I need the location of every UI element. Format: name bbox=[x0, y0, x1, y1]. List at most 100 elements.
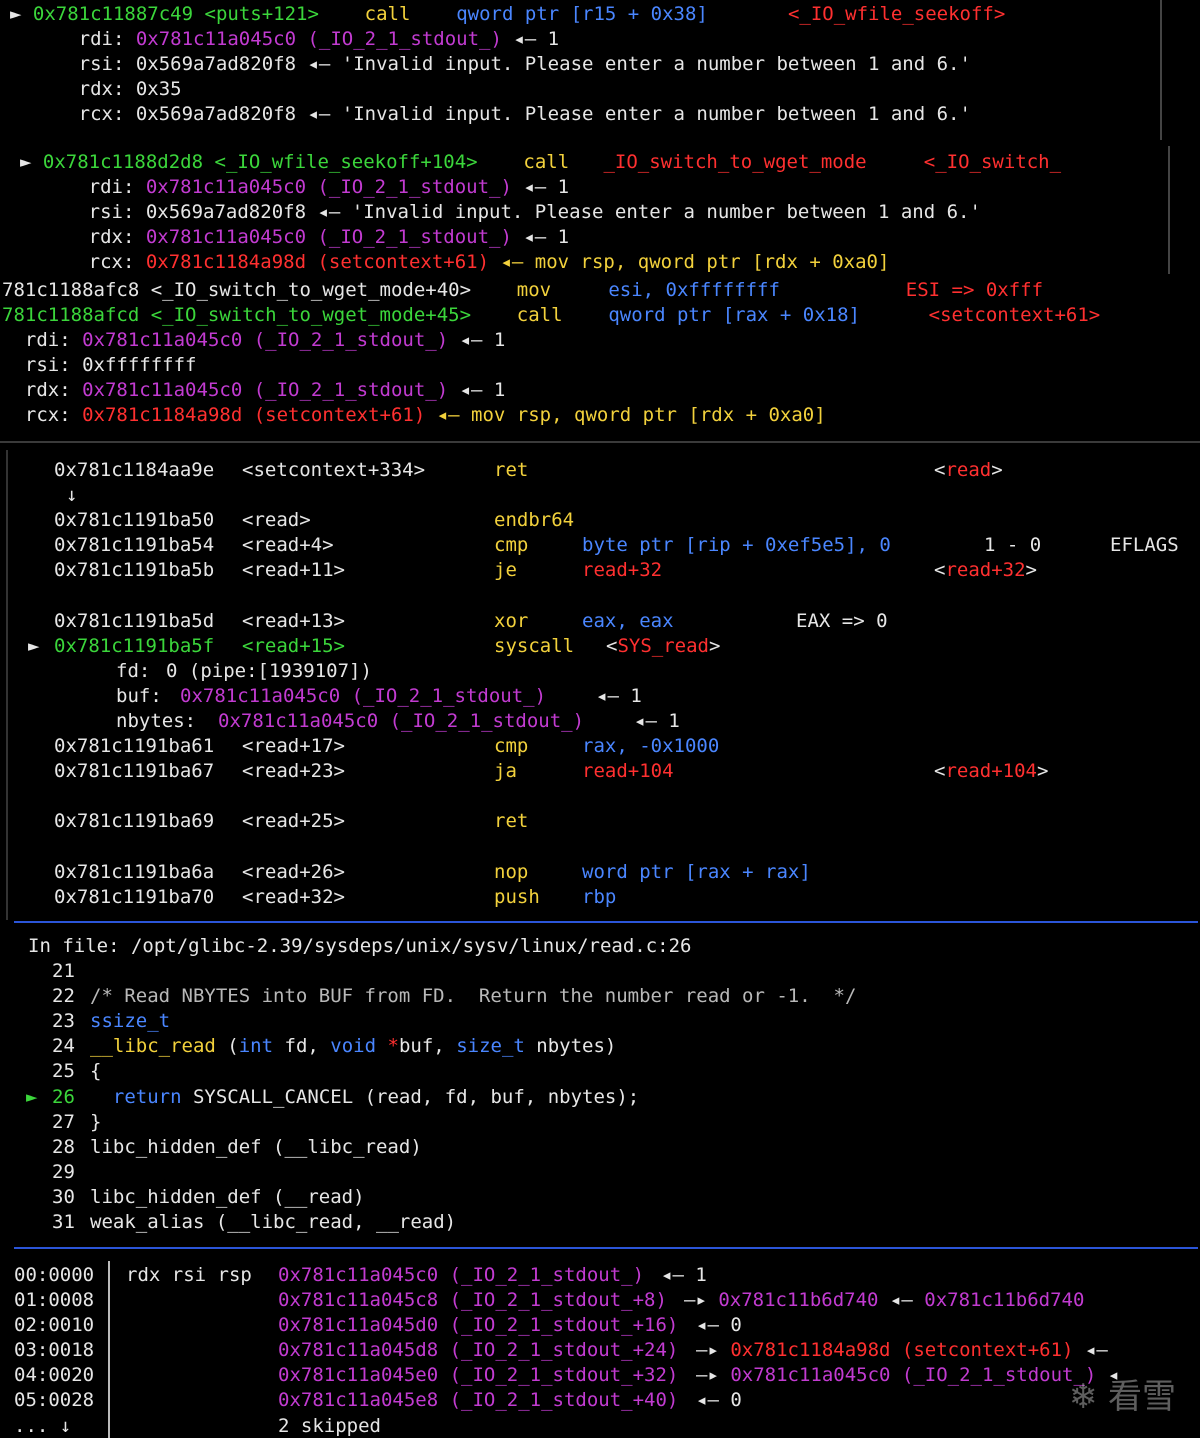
instr-operand: rax, -0x1000 bbox=[582, 735, 720, 758]
instr-mnemonic: cmp bbox=[494, 534, 529, 557]
stack-index: 05:0028 bbox=[14, 1389, 95, 1412]
reg-tail: ◂— mov rsp, qword ptr [rdx + 0xa0] bbox=[500, 251, 890, 274]
source-line: 25 { bbox=[0, 1059, 1200, 1084]
instr-symbol: <read+32> bbox=[242, 885, 345, 908]
addr: 0x781c1188d2d8 bbox=[42, 151, 204, 173]
symbol: <_IO_switch_to_wget_mode+45> bbox=[150, 304, 472, 327]
line-number: 22 bbox=[52, 985, 75, 1008]
reg-name: rdi: bbox=[88, 176, 135, 199]
instr-symbol: <setcontext+334> bbox=[242, 459, 426, 481]
instr-operand: word ptr [rax + rax] bbox=[582, 860, 811, 883]
instr-symbol: <read+13> bbox=[242, 609, 345, 632]
window3-line-5: rcx: 0x781c1184a98d (setcontext+61) ◂— m… bbox=[2, 403, 1100, 428]
jump-target-symbol: read+32 bbox=[945, 559, 1026, 582]
instr-operand: <SYS_read> bbox=[606, 634, 721, 657]
instr-operand: byte ptr [rip + 0xef5e5], 0 bbox=[582, 534, 891, 557]
stack-row: ... ↓ 2 skipped bbox=[0, 1414, 1200, 1438]
instr-symbol: <read+15> bbox=[242, 634, 345, 657]
instr-mnemonic: ja bbox=[494, 760, 517, 783]
disasm-row bbox=[8, 784, 1198, 809]
reg-value: 0xffffffff bbox=[82, 354, 197, 377]
line-number: 24 bbox=[52, 1035, 75, 1058]
source-line: 23 ssize_t bbox=[0, 1009, 1200, 1034]
stack-index: 01:0008 bbox=[14, 1289, 95, 1312]
instr-mnemonic: ret bbox=[494, 459, 529, 481]
line-number: 27 bbox=[52, 1110, 75, 1133]
window2-line-0: ► 0x781c1188d2d8 <_IO_wfile_seekoff+104>… bbox=[20, 150, 1061, 175]
disasm-window-3: 781c1188afc8 <_IO_switch_to_wget_mode+40… bbox=[0, 276, 1200, 440]
syscall-arg-value: 0x781c11a045c0 (_IO_2_1_stdout_) bbox=[180, 684, 547, 707]
stack-index: 02:0010 bbox=[14, 1314, 95, 1337]
instr-operand: eax, eax bbox=[582, 609, 674, 632]
reg-note: ESI => 0xfff bbox=[905, 279, 1044, 301]
window-divider bbox=[0, 441, 1200, 443]
disasm-row: 0x781c1184aa9e <setcontext+334> ret <read> bbox=[8, 458, 1198, 483]
reg-value: 0x35 bbox=[135, 78, 182, 101]
instr-symbol: <read+23> bbox=[242, 760, 345, 783]
window1-line-4: rcx: 0x569a7ad820f8 ◂— 'Invalid input. P… bbox=[10, 102, 1005, 127]
mnemonic: call bbox=[523, 151, 570, 173]
syscall-arg-name: buf: bbox=[116, 684, 162, 707]
addr: 781c1188afcd bbox=[2, 304, 140, 327]
window1-line-0: ► 0x781c11887c49 <puts+121> call qword p… bbox=[10, 2, 1005, 27]
instr-address: 0x781c1191ba5d bbox=[54, 609, 215, 632]
operand: qword ptr [rax + 0x18] bbox=[608, 304, 860, 327]
reg-value: 0x569a7ad820f8 bbox=[135, 53, 297, 76]
stack-index: 04:0020 bbox=[14, 1364, 95, 1387]
reg-name: rdx: bbox=[88, 226, 135, 249]
disasm-row: 0x781c1191ba61 <read+17> cmp rax, -0x1000 bbox=[8, 734, 1198, 759]
instr-annotation: 1 - 0 bbox=[984, 534, 1042, 557]
mnemonic: mov bbox=[516, 279, 552, 301]
disasm-row: ► 0x781c1191ba5f <read+15> syscall <SYS_read… bbox=[8, 634, 1198, 659]
reg-name: rsi: bbox=[78, 53, 125, 76]
disasm-row: 0x781c1191ba50 <read> endbr64 bbox=[8, 508, 1198, 533]
reg-tail: ◂— 1 bbox=[523, 226, 570, 249]
window1-line-2: rsi: 0x569a7ad820f8 ◂— 'Invalid input. P… bbox=[10, 52, 1005, 77]
instr-address: 0x781c1191ba5f bbox=[54, 634, 215, 657]
reg-value: 0x781c1184a98d (setcontext+61) bbox=[145, 251, 490, 274]
instr-mnemonic: xor bbox=[494, 609, 529, 632]
source-line: 31 weak_alias (__libc_read, __read) bbox=[0, 1210, 1200, 1235]
instr-address: 0x781c1191ba5b bbox=[54, 559, 215, 582]
call-target: <_IO_wfile_seekoff> bbox=[787, 3, 1006, 25]
stack-row: 01:0008 0x781c11a045c8 (_IO_2_1_stdout_+8… bbox=[0, 1288, 1200, 1313]
instr-symbol: <read+11> bbox=[242, 559, 345, 582]
window1-line-1: rdi: 0x781c11a045c0 (_IO_2_1_stdout_) ◂—… bbox=[10, 27, 1005, 52]
reg-name: rdi: bbox=[78, 28, 125, 51]
instr-annotation: EAX => 0 bbox=[796, 609, 888, 632]
current-arrow-icon: ► bbox=[20, 151, 32, 173]
line-number: 30 bbox=[52, 1185, 75, 1208]
operand: esi, 0xffffffff bbox=[608, 279, 780, 301]
stack-addr: 0x781c11a045c0 (_IO_2_1_stdout_) bbox=[278, 1264, 645, 1286]
reg-tail: ◂— 1 bbox=[459, 379, 506, 402]
window3-line-1: 781c1188afcd <_IO_switch_to_wget_mode+45… bbox=[2, 303, 1100, 328]
disasm-row: buf: 0x781c11a045c0 (_IO_2_1_stdout_) ◂— 1 bbox=[8, 684, 1198, 709]
source-file-header: In file: /opt/glibc-2.39/sysdeps/unix/sy… bbox=[28, 935, 692, 957]
instr-mnemonic: syscall bbox=[494, 634, 575, 657]
source-line: 28 libc_hidden_def (__libc_read) bbox=[0, 1135, 1200, 1160]
section-divider bbox=[14, 1247, 1198, 1249]
reg-name: rdi: bbox=[24, 329, 71, 352]
addr: 781c1188afc8 bbox=[2, 279, 140, 301]
reg-tail: ◂— 'Invalid input. Please enter a number… bbox=[317, 201, 981, 224]
reg-value: 0x569a7ad820f8 bbox=[145, 201, 307, 224]
disasm-row: 0x781c1191ba5d <read+13> xor eax, eax EAX =>… bbox=[8, 609, 1198, 634]
source-line: 27} bbox=[0, 1110, 1200, 1135]
reg-name: rsi: bbox=[24, 354, 71, 377]
reg-value: 0x781c11a045c0 (_IO_2_1_stdout_) bbox=[135, 28, 502, 51]
instr-address: 0x781c1191ba61 bbox=[54, 735, 215, 758]
stack-addr: 0x781c11a045e0 (_IO_2_1_stdout_+32) bbox=[278, 1364, 679, 1387]
reg-tail: ◂— 1 bbox=[513, 28, 560, 51]
window1-line-3: rdx: 0x35 bbox=[10, 77, 1005, 102]
syscall-arg-tail: ◂— 1 bbox=[634, 709, 680, 732]
instr-mnemonic: ret bbox=[494, 810, 529, 833]
window2-line-1: rdi: 0x781c11a045c0 (_IO_2_1_stdout_) ◂—… bbox=[20, 175, 1061, 200]
stack-index: 03:0018 bbox=[14, 1339, 95, 1362]
source-code: libc_hidden_def (__libc_read) bbox=[90, 1135, 422, 1158]
disasm-row: 0x781c1191ba70 <read+32> push rbp bbox=[8, 885, 1198, 910]
source-code: } bbox=[90, 1110, 102, 1133]
syscall-name: SYS_read bbox=[617, 634, 709, 657]
stack-row: 03:0018 0x781c11a045d8 (_IO_2_1_stdout_+2… bbox=[0, 1338, 1200, 1363]
disasm-row: ↓ bbox=[8, 483, 1198, 508]
instr-symbol: <read+25> bbox=[242, 810, 345, 833]
